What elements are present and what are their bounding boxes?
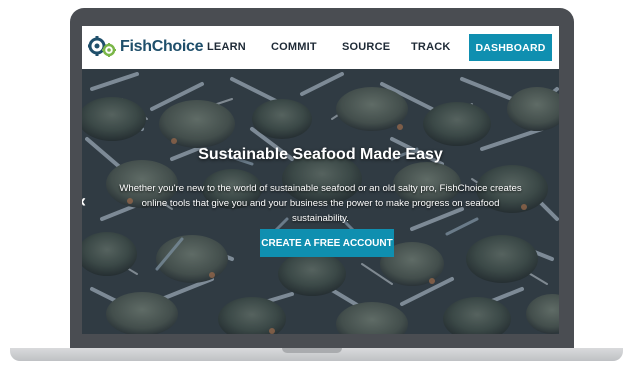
top-navigation: FishChoice LEARN COMMIT SOURCE TRACK DAS… <box>82 26 559 69</box>
nav-commit[interactable]: COMMIT <box>271 41 317 53</box>
hero-subtitle: Whether you're new to the world of susta… <box>119 183 522 224</box>
gear-fish-icon <box>88 35 118 59</box>
carousel-prev-arrow-icon[interactable]: ‹ <box>82 191 86 212</box>
hero-title: Sustainable Seafood Made Easy <box>198 146 443 163</box>
laptop-screen: FishChoice LEARN COMMIT SOURCE TRACK DAS… <box>82 26 559 334</box>
nav-source[interactable]: SOURCE <box>342 41 390 53</box>
hero-banner: ‹ Sustainable Seafood Made Easy Whether … <box>82 69 559 334</box>
nav-learn[interactable]: LEARN <box>207 41 246 53</box>
dashboard-button[interactable]: DASHBOARD <box>469 34 552 61</box>
laptop-notch <box>282 348 342 353</box>
nav-track[interactable]: TRACK <box>411 41 451 53</box>
logo-text: FishChoice <box>120 38 204 55</box>
fishchoice-logo[interactable]: FishChoice <box>88 34 204 60</box>
create-account-button[interactable]: CREATE A FREE ACCOUNT <box>260 229 394 257</box>
